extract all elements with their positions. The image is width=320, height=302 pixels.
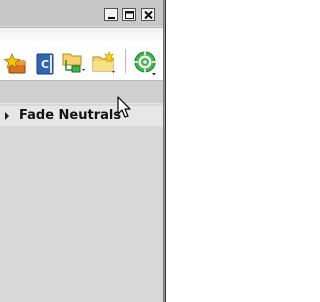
filter-bar[interactable]	[0, 80, 163, 104]
new-folder-icon[interactable]	[92, 50, 115, 73]
panel-titlebar	[0, 0, 163, 26]
maximize-button[interactable]	[122, 8, 136, 21]
svg-text:C: C	[41, 58, 49, 71]
side-panel: C Fade Neutrals	[0, 0, 163, 302]
tree-group-label: Fade Neutrals	[19, 108, 122, 123]
star-folder-icon[interactable]	[3, 52, 26, 74]
close-button[interactable]	[141, 8, 155, 21]
folder-tree-icon[interactable]	[62, 50, 85, 73]
contacts-book-icon[interactable]: C	[34, 52, 56, 75]
target-settings-icon[interactable]	[132, 50, 156, 76]
mouse-cursor-icon	[117, 96, 133, 124]
toolbar: C	[0, 28, 163, 80]
minimize-icon	[108, 17, 115, 19]
tree-group-row[interactable]: Fade Neutrals	[0, 106, 163, 126]
close-icon	[144, 10, 153, 20]
maximize-icon	[125, 11, 134, 19]
panel-border	[163, 0, 166, 302]
expand-arrow-icon[interactable]	[5, 112, 9, 120]
toolbar-separator	[125, 49, 126, 73]
minimize-button[interactable]	[104, 8, 118, 21]
